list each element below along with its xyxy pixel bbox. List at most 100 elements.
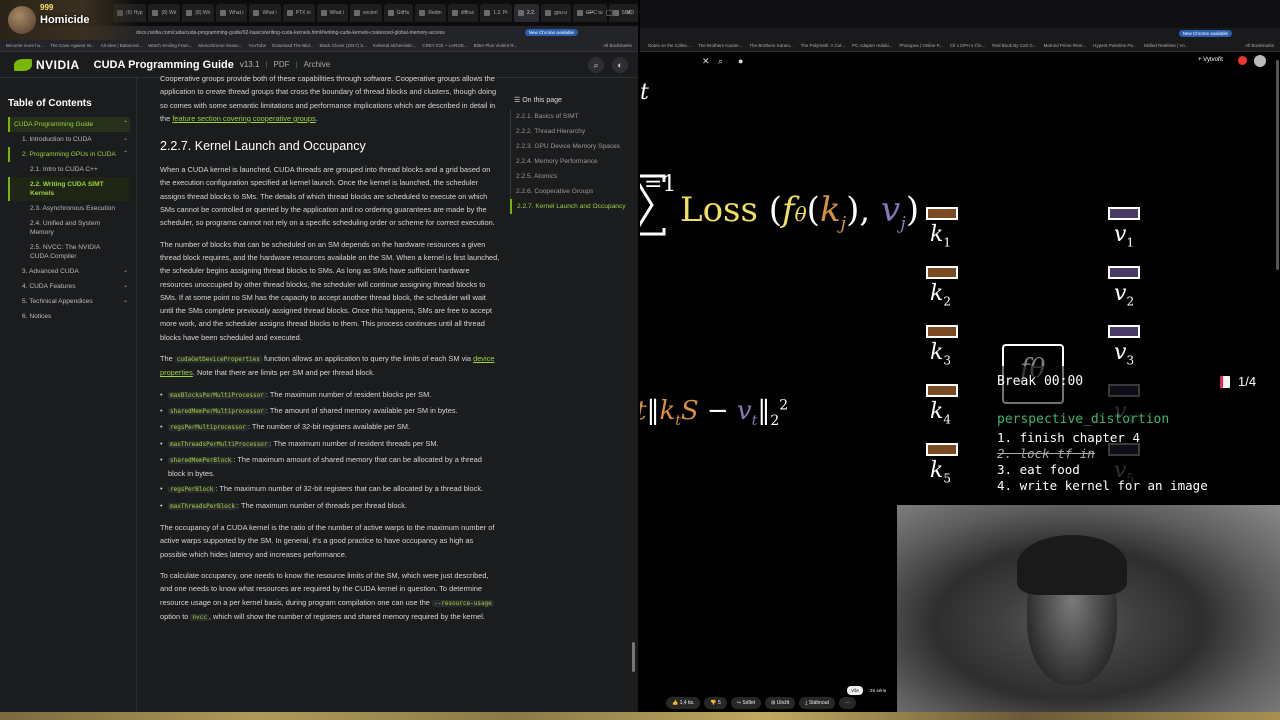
new-chrome-pill[interactable]: New Chrome available xyxy=(1178,30,1232,37)
cooperative-groups-link[interactable]: feature section covering cooperative gro… xyxy=(172,114,315,123)
otp-item[interactable]: 2.2.1. Basics of SIMT xyxy=(510,109,626,124)
create-button[interactable]: + Vytvořit xyxy=(1198,57,1223,63)
sigma-upper-limit: t xyxy=(640,80,649,105)
bookmark[interactable]: The Brothers Karam... xyxy=(698,43,742,48)
bookmark[interactable]: Clr x DPH s Čín... xyxy=(950,43,986,48)
bookmark[interactable]: Kvliteral alchemistic... xyxy=(373,43,416,48)
otp-item[interactable]: 2.2.2. Thread Hierarchy xyxy=(510,124,626,139)
browser-tab[interactable]: gpu-u xyxy=(541,4,572,22)
chevron-up-icon[interactable]: ⌃ xyxy=(123,120,128,129)
toc-item-notices[interactable]: 6. Notices xyxy=(8,309,130,324)
chevron-down-icon[interactable]: ⌄ xyxy=(123,297,128,306)
bookmark[interactable]: Photopea | Online P... xyxy=(899,43,942,48)
nvidia-logo[interactable]: NVIDIA xyxy=(14,58,80,72)
bookmark[interactable]: Monochrome Seaso... xyxy=(198,43,242,48)
browser-tab[interactable]: 1.2. Pr xyxy=(480,4,512,22)
pdf-link[interactable]: PDF xyxy=(274,60,290,69)
browser-tab[interactable]: PTX in xyxy=(282,4,315,22)
toc-item-appendices[interactable]: 5. Technical Appendices ⌄ xyxy=(8,294,130,309)
toc-item-programming-gpus[interactable]: 2. Programming GPUs in CUDA ⌃ xyxy=(8,147,130,162)
otp-item-active[interactable]: 2.2.7. Kernel Launch and Occupancy xyxy=(510,199,626,214)
scrollbar-thumb[interactable] xyxy=(1276,60,1279,270)
browser-tab[interactable]: GitHu xyxy=(383,4,414,22)
browser-tab[interactable]: vectori xyxy=(349,4,382,22)
browser-tab[interactable]: (8) Wri xyxy=(182,4,215,22)
browser-tab-active[interactable]: 2.2. xyxy=(513,4,540,22)
search-icon[interactable]: ⌕ xyxy=(588,57,604,73)
toc-item-nvcc[interactable]: 2.5. NVCC: The NVIDIA CUDA Compiler xyxy=(8,240,130,264)
share-button[interactable]: ↪ Sdílet xyxy=(730,697,762,709)
paragraph: The number of blocks that can be schedul… xyxy=(160,239,500,342)
filter-chip-series[interactable]: Ze série xyxy=(866,686,890,695)
archive-link[interactable]: Archive xyxy=(304,60,331,69)
toc-item-cuda-guide[interactable]: CUDA Programming Guide ⌃ xyxy=(8,117,130,132)
browser-tab[interactable]: What i xyxy=(216,4,248,22)
microphone-icon[interactable]: ● xyxy=(738,56,743,66)
tab-label: GitHu xyxy=(396,10,410,16)
bookmark[interactable]: Download The Blid... xyxy=(272,43,313,48)
chevron-up-icon[interactable]: ⌃ xyxy=(123,150,128,159)
save-button[interactable]: ⊞ Uložit xyxy=(765,697,796,709)
bookmark[interactable]: The Polymath: A Cul... xyxy=(801,43,846,48)
page-indicator: 1/4 xyxy=(1220,374,1256,389)
bookmark[interactable]: All Bookmarks xyxy=(603,43,632,48)
new-chrome-pill[interactable]: New Chrome available xyxy=(524,29,578,36)
browser-tab[interactable]: (8) Wri xyxy=(148,4,181,22)
version-selector[interactable]: v13.1 xyxy=(240,60,260,69)
bookmark[interactable]: Metroid Prime Rem... xyxy=(1044,43,1087,48)
otp-item[interactable]: 2.2.3. GPU Device Memory Spaces xyxy=(510,139,626,154)
bookmark[interactable]: CREY ICE + LARGE... xyxy=(422,43,467,48)
filter-chip-all[interactable]: Vše xyxy=(847,686,863,695)
bookmark[interactable]: Hyper5 Pukeline Pa... xyxy=(1093,43,1137,48)
search-icon[interactable]: ⌕ xyxy=(718,56,723,67)
bookmark[interactable]: YouTube xyxy=(248,43,266,48)
browser-tab[interactable]: What i xyxy=(249,4,281,22)
toc-item-intro-cpp[interactable]: 2.1. Intro to CUDA C++ xyxy=(8,162,130,177)
chevron-down-icon[interactable]: ⌄ xyxy=(123,282,128,291)
bookmark[interactable]: Red Book By Carl G... xyxy=(992,43,1036,48)
like-button[interactable]: 👍 1,4 tis. xyxy=(666,697,701,709)
bookmark[interactable]: PC Adapter reduki... xyxy=(852,43,892,48)
list-item: sharedMemPerMultiprocessor: The amount o… xyxy=(160,404,500,418)
bookmark[interactable]: The Case Against W... xyxy=(50,43,95,48)
download-button[interactable]: ⤓ Stáhnout xyxy=(799,697,835,709)
bookmark[interactable]: Notes on the Collec... xyxy=(648,43,691,48)
minimize-icon[interactable]: — xyxy=(586,8,594,17)
bookmark[interactable]: All Bookmarks xyxy=(1245,43,1274,48)
chevron-down-icon[interactable]: ⌄ xyxy=(123,267,128,276)
toc-item-unified-memory[interactable]: 2.4. Unified and System Memory xyxy=(8,216,130,240)
bookmark[interactable]: Bitter Plus Violent R... xyxy=(474,43,518,48)
browser-tab[interactable]: diffrac xyxy=(447,4,479,22)
otp-item[interactable]: 2.2.4. Memory Performance xyxy=(510,154,626,169)
toc-item-intro[interactable]: 1. Introduction to CUDA ⌄ xyxy=(8,132,130,147)
address-bar[interactable]: New Chrome available xyxy=(640,28,1280,40)
toc-item-simt-kernels[interactable]: 2.2. Writing CUDA SIMT Kernels xyxy=(8,177,130,201)
bookmark[interactable]: Become more hu... xyxy=(6,43,44,48)
chevron-down-icon[interactable]: ⌄ xyxy=(123,135,128,144)
scrollbar-thumb[interactable] xyxy=(632,642,635,672)
bookmark[interactable]: Skilled Realtime | Vo... xyxy=(1144,43,1189,48)
dislike-button[interactable]: 👎 5 xyxy=(704,697,727,709)
bookmark[interactable]: Watch Smiling Fram... xyxy=(148,43,192,48)
toc-item-async[interactable]: 2.3. Asynchronous Execution xyxy=(8,201,130,216)
bookmark[interactable]: The Brothers Karam... xyxy=(749,43,793,48)
avatar[interactable] xyxy=(1254,55,1266,67)
browser-tab[interactable]: What i xyxy=(316,4,348,22)
browser-tab[interactable]: Redm xyxy=(415,4,446,22)
more-button[interactable]: ··· xyxy=(838,697,856,709)
url-text[interactable]: docs.nvidia.com/cuda/cuda-programming-gu… xyxy=(136,30,445,36)
toc-item-advanced[interactable]: 3. Advanced CUDA ⌄ xyxy=(8,264,130,279)
theme-toggle-icon[interactable]: ◐ xyxy=(612,57,628,73)
guide-title[interactable]: CUDA Programming Guide xyxy=(94,59,234,71)
toc-item-features[interactable]: 4. CUDA Features ⌄ xyxy=(8,279,130,294)
maximize-icon[interactable]: ▢ xyxy=(606,8,614,17)
clear-search-icon[interactable]: ✕ xyxy=(702,56,710,67)
close-icon[interactable]: ✕ xyxy=(625,8,632,17)
bookmark[interactable]: Black Clover (2017) S... xyxy=(320,43,368,48)
value-box xyxy=(1108,266,1140,279)
bookmark[interactable]: Alt-Idee | Balanced... xyxy=(101,43,143,48)
notifications-icon[interactable] xyxy=(1238,56,1247,65)
otp-item[interactable]: 2.2.6. Cooperative Groups xyxy=(510,184,626,199)
otp-item[interactable]: 2.2.5. Atomics xyxy=(510,169,626,184)
tab-favicon-icon xyxy=(484,10,491,16)
